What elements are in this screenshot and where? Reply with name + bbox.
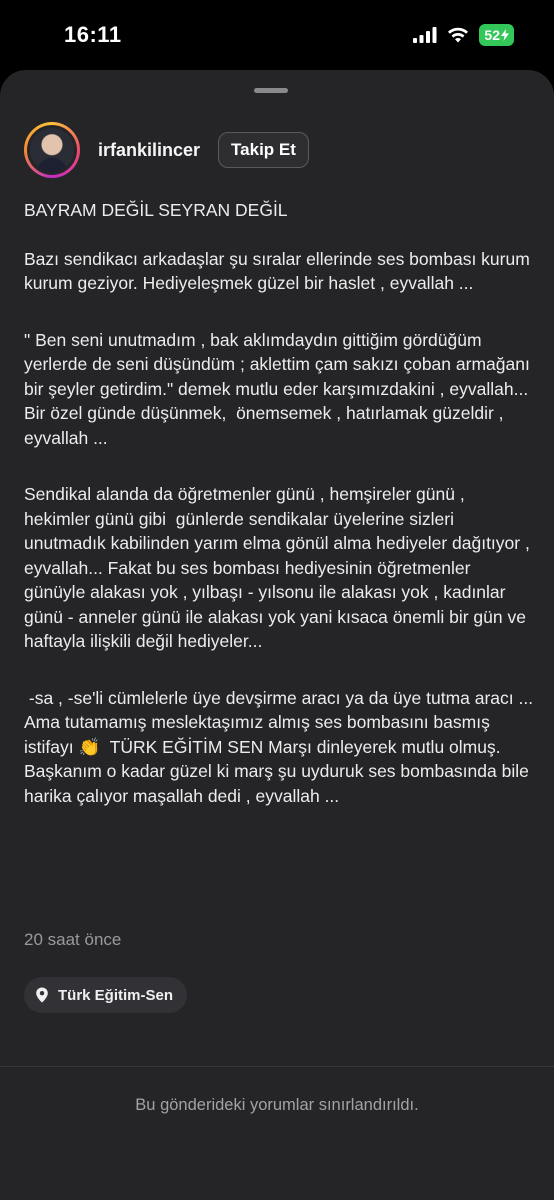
follow-button[interactable]: Takip Et — [218, 132, 309, 168]
post-timestamp: 20 saat önce — [24, 930, 122, 949]
sheet-grabber[interactable] — [254, 88, 288, 93]
username[interactable]: irfankilincer — [98, 140, 200, 161]
status-icons: 52 — [413, 24, 514, 46]
status-time: 16:11 — [64, 22, 122, 47]
location-label: Türk Eğitim-Sen — [58, 986, 174, 1004]
post-header: irfankilincer Takip Et — [24, 122, 309, 178]
story-ring[interactable] — [24, 122, 80, 178]
comments-restricted-note: Bu gönderideki yorumlar sınırlandırıldı. — [135, 1096, 419, 1114]
location-chip[interactable]: Türk Eğitim-Sen — [24, 977, 188, 1013]
avatar[interactable] — [27, 125, 77, 175]
divider — [0, 1066, 554, 1067]
caption-paragraph: Sendikal alanda da öğretmenler günü , he… — [24, 484, 535, 651]
status-bar: 16:11 52 — [0, 0, 554, 70]
wifi-icon — [448, 27, 469, 43]
caption-paragraph: " Ben seni unutmadım , bak aklımdaydın g… — [24, 329, 535, 448]
post-sheet: irfankilincer Takip Et BAYRAM DEĞİL SEYR… — [0, 70, 554, 1200]
caption-paragraph: -sa , -se'li cümlelerle üye devşirme ara… — [24, 687, 538, 806]
location-pin-icon — [36, 987, 48, 1003]
post-caption: BAYRAM DEĞİL SEYRAN DEĞİL Bazı sendikacı… — [24, 198, 534, 832]
caption-title: BAYRAM DEĞİL SEYRAN DEĞİL — [24, 200, 288, 220]
caption-paragraph: Bazı sendikacı arkadaşlar şu sıralar ell… — [24, 248, 535, 294]
charging-bolt-icon — [501, 29, 509, 41]
signal-icon — [413, 27, 437, 43]
battery-indicator: 52 — [479, 24, 514, 46]
battery-level: 52 — [484, 27, 500, 43]
